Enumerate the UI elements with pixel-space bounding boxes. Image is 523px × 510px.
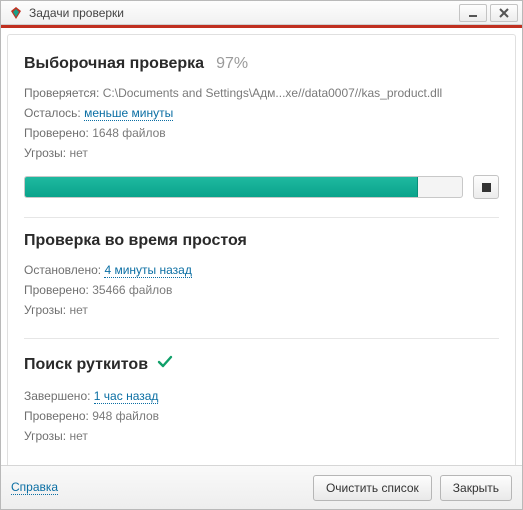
- finished-link[interactable]: 1 час назад: [94, 389, 159, 404]
- idle-scan-section: Проверка во время простоя Остановлено: 4…: [24, 226, 499, 334]
- threats-row-1: Угрозы: нет: [24, 143, 499, 163]
- remaining-link[interactable]: меньше минуты: [84, 106, 173, 121]
- idle-scan-title-text: Проверка во время простоя: [24, 232, 247, 250]
- checked-label-1: Проверено:: [24, 126, 89, 140]
- checkmark-icon: [156, 353, 174, 376]
- scanning-row: Проверяется: C:\Documents and Settings\А…: [24, 83, 499, 103]
- threats-label-1: Угрозы:: [24, 146, 66, 160]
- divider-1: [24, 217, 499, 218]
- checked-value-3: 948 файлов: [92, 409, 159, 423]
- app-logo-icon: [9, 6, 23, 20]
- scanning-label: Проверяется:: [24, 86, 99, 100]
- stopped-label: Остановлено:: [24, 263, 101, 277]
- content-area: Выборочная проверка 97% Проверяется: C:\…: [1, 28, 522, 465]
- checked-value-1: 1648 файлов: [92, 126, 165, 140]
- remaining-row: Осталось: меньше минуты: [24, 103, 499, 123]
- checked-row-2: Проверено: 35466 файлов: [24, 280, 499, 300]
- threats-value-3: нет: [69, 429, 87, 443]
- minimize-button[interactable]: [459, 4, 487, 22]
- titlebar: Задачи проверки: [1, 1, 522, 25]
- scan-tasks-window: Задачи проверки Выборочная проверка 97% …: [0, 0, 523, 510]
- stopped-row: Остановлено: 4 минуты назад: [24, 260, 499, 280]
- custom-scan-percent: 97%: [216, 55, 248, 73]
- rootkit-scan-section: Поиск руткитов Завершено: 1 час назад Пр…: [24, 347, 499, 460]
- footer: Справка Очистить список Закрыть: [1, 465, 522, 509]
- clear-list-button[interactable]: Очистить список: [313, 475, 432, 501]
- progress-bar: [24, 176, 463, 198]
- threats-value-1: нет: [69, 146, 87, 160]
- divider-2: [24, 338, 499, 339]
- custom-scan-title: Выборочная проверка 97%: [24, 55, 499, 73]
- threats-row-3: Угрозы: нет: [24, 426, 499, 446]
- stop-scan-button[interactable]: [473, 175, 499, 199]
- checked-value-2: 35466 файлов: [92, 283, 172, 297]
- custom-scan-title-text: Выборочная проверка: [24, 55, 204, 73]
- window-title: Задачи проверки: [29, 6, 456, 20]
- threats-label-2: Угрозы:: [24, 303, 66, 317]
- tasks-card: Выборочная проверка 97% Проверяется: C:\…: [7, 34, 516, 465]
- threats-value-2: нет: [69, 303, 87, 317]
- close-footer-button[interactable]: Закрыть: [440, 475, 512, 501]
- rootkit-scan-title: Поиск руткитов: [24, 353, 499, 376]
- close-button[interactable]: [490, 4, 518, 22]
- finished-row: Завершено: 1 час назад: [24, 386, 499, 406]
- idle-scan-title: Проверка во время простоя: [24, 232, 499, 250]
- stopped-link[interactable]: 4 минуты назад: [104, 263, 191, 278]
- threats-row-2: Угрозы: нет: [24, 300, 499, 320]
- custom-scan-section: Выборочная проверка 97% Проверяется: C:\…: [24, 49, 499, 213]
- checked-label-3: Проверено:: [24, 409, 89, 423]
- threats-label-3: Угрозы:: [24, 429, 66, 443]
- scanning-value: C:\Documents and Settings\Адм...xe//data…: [103, 86, 442, 100]
- progress-row: [24, 175, 499, 199]
- checked-label-2: Проверено:: [24, 283, 89, 297]
- help-link[interactable]: Справка: [11, 480, 58, 495]
- finished-label: Завершено:: [24, 389, 90, 403]
- stop-icon: [482, 183, 491, 192]
- checked-row-3: Проверено: 948 файлов: [24, 406, 499, 426]
- rootkit-scan-title-text: Поиск руткитов: [24, 356, 148, 374]
- remaining-label: Осталось:: [24, 106, 81, 120]
- checked-row-1: Проверено: 1648 файлов: [24, 123, 499, 143]
- progress-fill: [25, 177, 418, 197]
